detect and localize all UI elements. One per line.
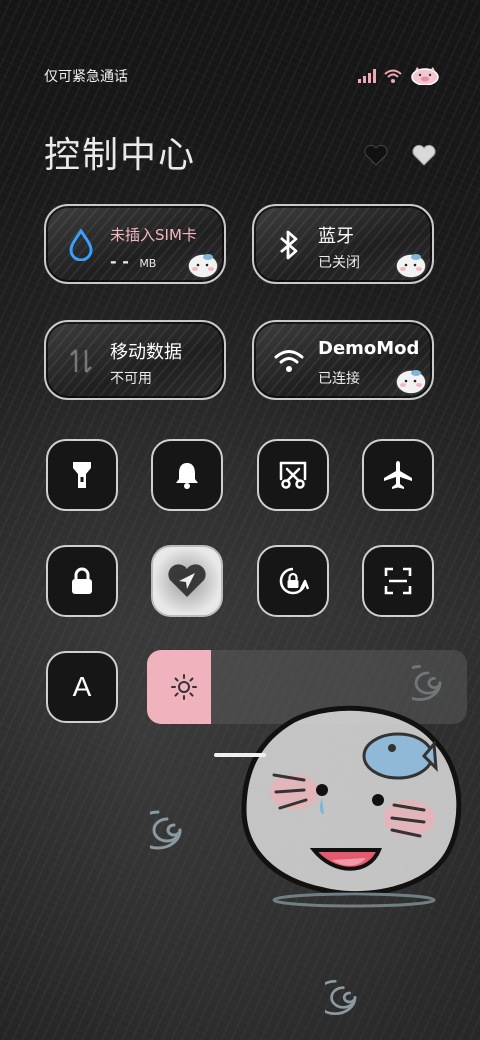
mobile-data-label: 移动数据 [110,342,182,363]
location-toggle[interactable] [151,545,223,617]
lock-screen-toggle[interactable] [46,545,118,617]
black-heart-icon [364,144,388,166]
data-usage-unit: MB [139,257,157,270]
font-size-toggle[interactable]: A [46,651,118,723]
cat-mascot-illustration [241,705,462,908]
flashlight-toggle[interactable] [46,439,118,511]
signal-icon [358,69,376,83]
mobile-data-status: 不可用 [110,371,152,387]
swirl-decoration [150,810,182,850]
pig-battery-icon [411,67,439,85]
bell-icon [176,463,198,489]
wifi-tile[interactable]: DemoMod 已连接 [252,320,434,400]
bluetooth-icon [280,230,298,260]
font-icon: A [72,671,92,702]
sim-data-tile[interactable]: 未插入SIM卡 - - MB [44,204,226,284]
location-arrow-icon [168,564,206,597]
scan-toggle[interactable] [362,545,434,617]
cat-sticker-icon [187,253,219,279]
bluetooth-tile[interactable]: 蓝牙 已关闭 [252,204,434,284]
wifi-icon [274,350,304,372]
airplane-icon [384,461,412,489]
wifi-network-name: DemoMod [318,338,420,359]
heart-decorations [364,144,436,166]
data-usage-value: - - [110,252,129,271]
scan-icon [384,567,412,595]
lock-icon [72,567,92,594]
home-indicator [214,753,266,757]
data-arrows-icon [70,349,92,373]
ringer-toggle[interactable] [151,439,223,511]
rotation-lock-toggle[interactable] [257,545,329,617]
mobile-data-tile[interactable]: 移动数据 不可用 [44,320,226,400]
bluetooth-status: 已关闭 [318,255,360,271]
flashlight-icon [73,462,91,488]
carrier-text: 仅可紧急通话 [44,69,128,85]
cat-sticker-icon [395,253,427,279]
bluetooth-label: 蓝牙 [318,226,354,247]
cat-sticker-icon [395,369,427,395]
swirl-decoration [325,979,357,1016]
scissors-icon [279,461,307,489]
wifi-status: 已连接 [318,371,360,387]
sim-label: 未插入SIM卡 [110,226,197,244]
rotation-lock-icon [279,567,309,595]
white-heart-icon [412,144,436,166]
droplet-icon [69,229,93,261]
status-bar: 仅可紧急通话 [44,64,440,88]
wifi-icon [384,69,402,83]
airplane-toggle[interactable] [362,439,434,511]
screenshot-toggle[interactable] [257,439,329,511]
sun-icon [171,674,197,700]
page-title: 控制中心 [44,135,197,176]
